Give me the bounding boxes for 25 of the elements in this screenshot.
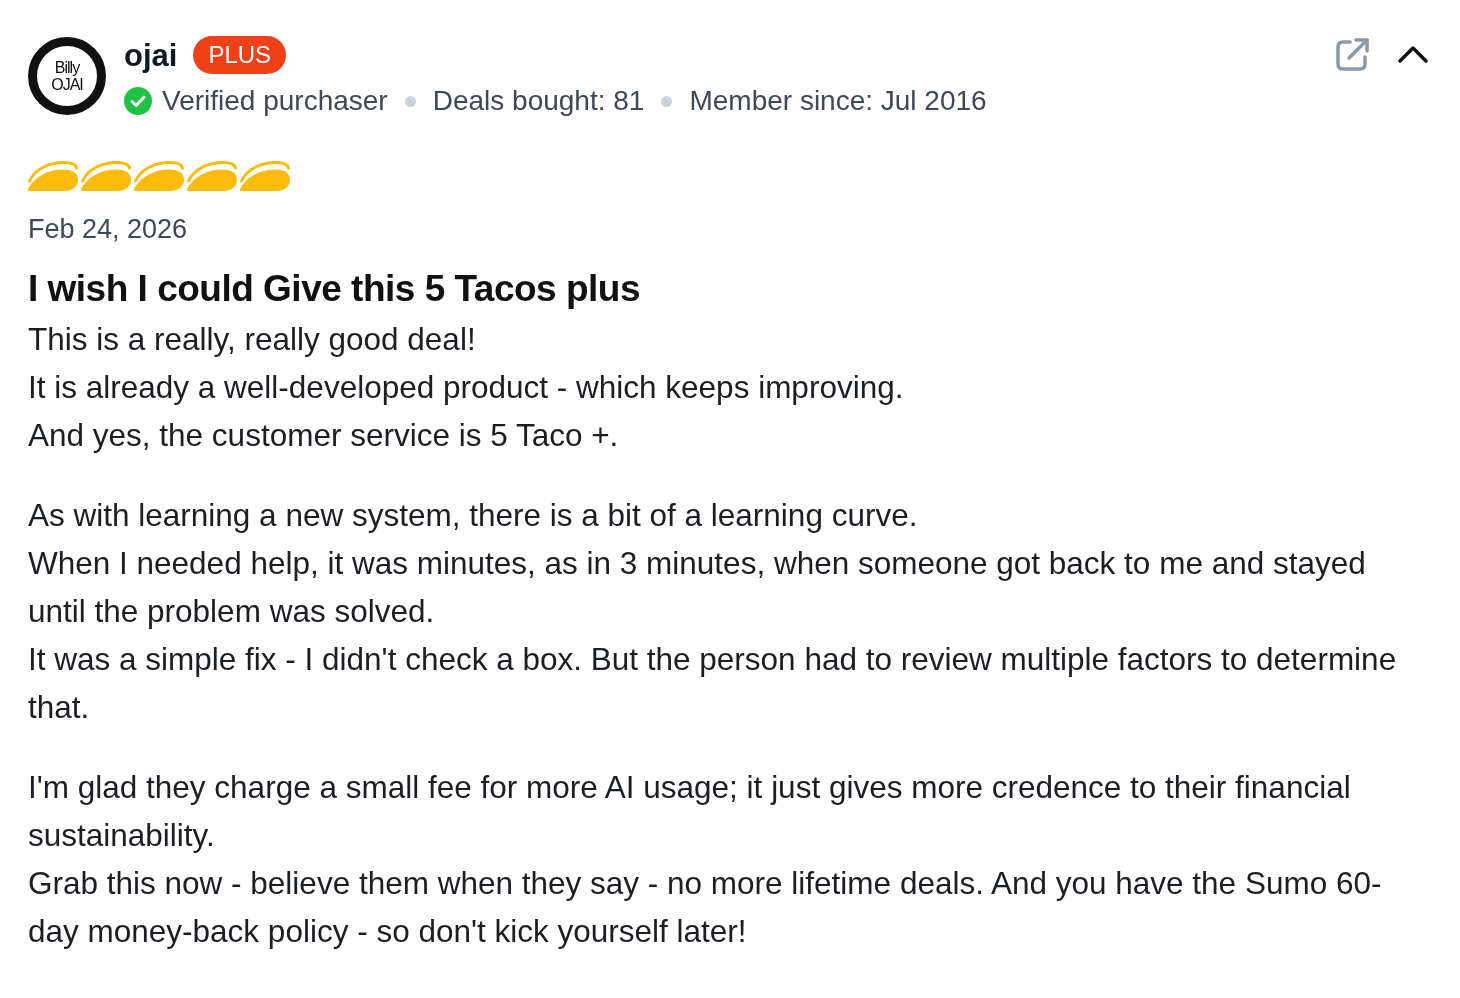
- review-text: Grab this now - believe them when they say - no more lifetime deals. And you have the Sumo 60-day money-back policy - so don't kick yourself later!: [28, 864, 1383, 951]
- taco-icon: [28, 161, 78, 191]
- verified-label: Verified purchaser: [162, 87, 388, 115]
- chevron-up-icon[interactable]: [1398, 45, 1428, 63]
- review-text: As with learning a new system, there is a bit of a learning curve.: [28, 496, 919, 535]
- taco-icon: [187, 161, 237, 191]
- review-date: Feb 24, 2026: [28, 213, 189, 246]
- taco-icon: [81, 161, 131, 191]
- review-text: I'm glad they charge a small fee for more AI usage; it just gives more credence to their financial sustainability.: [28, 768, 1352, 855]
- taco-icon: [240, 161, 290, 191]
- external-link-icon[interactable]: [1336, 37, 1370, 71]
- check-circle-icon: [124, 87, 152, 115]
- member-stat: Deals bought: 81: [432, 87, 645, 115]
- review-title: I wish I could Give this 5 Tacos plus: [28, 267, 642, 311]
- review-text: And yes, the customer service is 5 Taco +.: [28, 416, 620, 455]
- plus-badge: PLUS: [193, 36, 287, 74]
- review-text: It is already a well-developed product - which keeps improving.: [28, 368, 905, 407]
- avatar-text: OJAI: [51, 76, 83, 93]
- avatar-text: Billy: [54, 59, 80, 76]
- review-text: It was a simple fix - I didn't check a box. But the person had to review multiple factors to determine that.: [28, 640, 1398, 727]
- review-text: When I needed help, it was minutes, as in 3 minutes, when someone got back to me and stayed until the problem was solved.: [28, 544, 1367, 631]
- review-text: This is a really, really good deal!: [28, 320, 477, 359]
- taco-icon: [134, 161, 184, 191]
- member-stat: Member since: Jul 2016: [689, 87, 987, 115]
- reviewer-name[interactable]: ojai: [124, 39, 178, 71]
